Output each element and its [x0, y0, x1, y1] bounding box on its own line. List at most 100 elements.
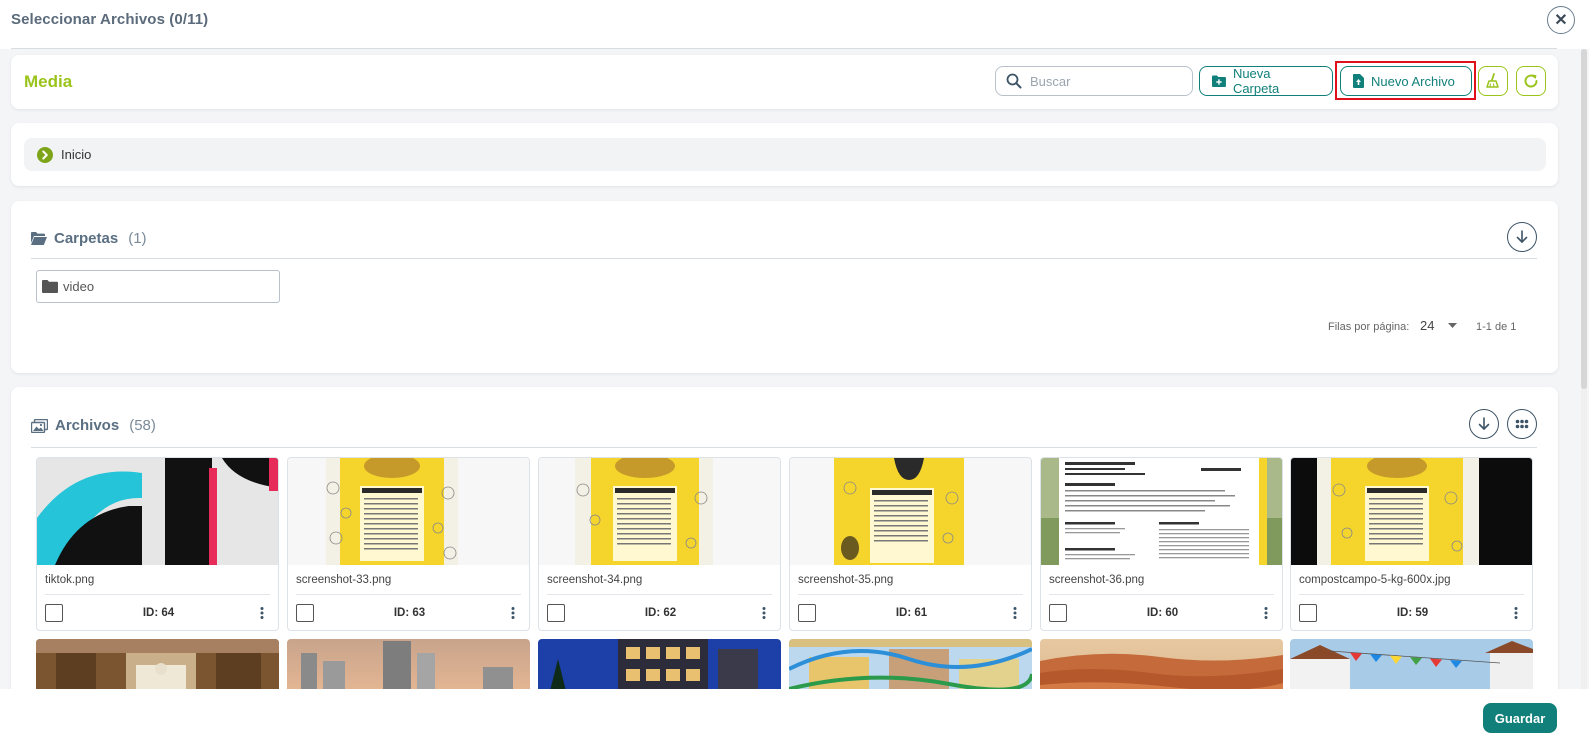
folders-header: Carpetas (1): [31, 230, 147, 247]
more-vertical-icon: [1264, 607, 1268, 619]
grid-view-button[interactable]: [1507, 409, 1537, 439]
search-icon: [1006, 73, 1022, 89]
file-thumbnail: [37, 458, 278, 565]
file-thumbnail: [1040, 639, 1283, 689]
file-card[interactable]: tiktok.png ID: 64: [36, 457, 279, 631]
rows-per-page-select[interactable]: 24: [1420, 318, 1458, 333]
file-menu-button[interactable]: [502, 602, 524, 624]
scrollbar-thumb[interactable]: [1581, 49, 1587, 389]
file-thumbnail: [1291, 458, 1532, 565]
save-button[interactable]: Guardar: [1483, 703, 1557, 733]
file-card[interactable]: [1290, 639, 1533, 689]
media-toolbar: Media Nueva Carpeta Nuevo Archivo: [11, 55, 1558, 109]
more-vertical-icon: [511, 607, 515, 619]
file-card[interactable]: screenshot-33.png ID: 63: [287, 457, 530, 631]
file-card[interactable]: [789, 639, 1032, 689]
more-vertical-icon: [762, 607, 766, 619]
file-menu-button[interactable]: [753, 602, 775, 624]
search-box[interactable]: [995, 66, 1193, 96]
new-folder-label: Nueva Carpeta: [1232, 66, 1280, 96]
file-menu-button[interactable]: [1004, 602, 1026, 624]
more-vertical-icon: [260, 607, 264, 619]
file-id: ID: 61: [895, 607, 928, 619]
folder-name: video: [63, 279, 95, 294]
images-icon: [31, 418, 48, 433]
file-menu-button[interactable]: [1505, 602, 1527, 624]
file-name: compostcampo-5-kg-600x.jpg: [1299, 574, 1451, 586]
caret-down-icon: [1448, 323, 1458, 328]
file-thumbnail: [1290, 639, 1533, 689]
file-id: ID: 64: [142, 607, 175, 619]
folder-item[interactable]: video: [36, 270, 280, 303]
files-divider: [31, 447, 1537, 448]
folders-divider: [31, 258, 1537, 259]
file-id: ID: 62: [644, 607, 677, 619]
file-card[interactable]: screenshot-35.png ID: 61: [789, 457, 1032, 631]
file-thumbnail: [789, 639, 1032, 689]
more-vertical-icon: [1514, 607, 1518, 619]
close-button[interactable]: ✕: [1547, 6, 1575, 34]
rows-per-page-value: 24: [1420, 318, 1435, 333]
file-id: ID: 60: [1146, 607, 1179, 619]
file-thumbnail: [36, 639, 279, 689]
broom-icon: [1486, 73, 1499, 88]
files-title: Archivos: [55, 417, 120, 434]
files-header: Archivos (58): [31, 417, 156, 434]
file-divider: [45, 594, 270, 595]
file-name: screenshot-34.png: [547, 574, 643, 586]
file-id: ID: 63: [393, 607, 426, 619]
arrow-down-icon: [1478, 417, 1490, 430]
file-menu-button[interactable]: [251, 602, 273, 624]
dialog-header: Seleccionar Archivos (0/11) ✕: [0, 0, 1589, 49]
file-divider: [798, 594, 1023, 595]
breadcrumb-card: Inicio: [11, 123, 1558, 186]
dialog-footer: Guardar: [0, 689, 1589, 750]
clean-button[interactable]: [1478, 66, 1508, 96]
scrollbar[interactable]: [1581, 49, 1587, 689]
file-menu-button[interactable]: [1255, 602, 1277, 624]
rows-per-page-label: Filas por página:: [1328, 321, 1410, 333]
file-thumbnail: [539, 458, 780, 565]
file-divider: [547, 594, 772, 595]
folders-section: Carpetas (1) video Filas por página: 24 …: [11, 201, 1558, 373]
highlight-box: [1335, 61, 1476, 100]
pagination-range: 1-1 de 1: [1476, 321, 1517, 333]
refresh-icon: [1524, 74, 1538, 88]
file-divider: [1049, 594, 1274, 595]
media-title: Media: [24, 72, 73, 91]
chevron-circle-right-icon: [37, 146, 53, 163]
refresh-button[interactable]: [1516, 66, 1546, 96]
folder-icon: [42, 280, 58, 293]
file-thumbnail: [1041, 458, 1282, 565]
files-count: (58): [129, 417, 156, 434]
dialog-title: Seleccionar Archivos (0/11): [11, 11, 209, 28]
folders-collapse-button[interactable]: [1507, 222, 1537, 252]
file-card[interactable]: screenshot-34.png ID: 62: [538, 457, 781, 631]
file-card[interactable]: screenshot-36.png ID: 60: [1040, 457, 1283, 631]
file-name: screenshot-33.png: [296, 574, 392, 586]
new-folder-button[interactable]: Nueva Carpeta: [1199, 66, 1333, 96]
file-divider: [1299, 594, 1524, 595]
file-card[interactable]: [36, 639, 279, 689]
search-input[interactable]: [1030, 73, 1170, 89]
folder-plus-icon: [1212, 75, 1226, 87]
breadcrumb-item-home[interactable]: Inicio: [61, 147, 91, 162]
file-thumbnail: [287, 639, 530, 689]
arrow-down-icon: [1516, 230, 1528, 243]
file-card[interactable]: [287, 639, 530, 689]
file-card[interactable]: [1040, 639, 1283, 689]
files-section: Archivos (58) tiktok.png ID: 64 screensh…: [11, 387, 1558, 689]
file-id: ID: 59: [1396, 607, 1429, 619]
more-vertical-icon: [1013, 607, 1017, 619]
file-thumbnail: [790, 458, 1031, 565]
file-name: screenshot-35.png: [798, 574, 894, 586]
file-name: screenshot-36.png: [1049, 574, 1145, 586]
file-card[interactable]: compostcampo-5-kg-600x.jpg ID: 59: [1290, 457, 1533, 631]
breadcrumb: Inicio: [24, 138, 1546, 171]
file-card[interactable]: [538, 639, 781, 689]
file-divider: [296, 594, 521, 595]
close-icon: ✕: [1554, 12, 1568, 29]
files-collapse-button[interactable]: [1469, 409, 1499, 439]
grid-icon: [1515, 419, 1529, 429]
file-name: tiktok.png: [45, 574, 95, 586]
